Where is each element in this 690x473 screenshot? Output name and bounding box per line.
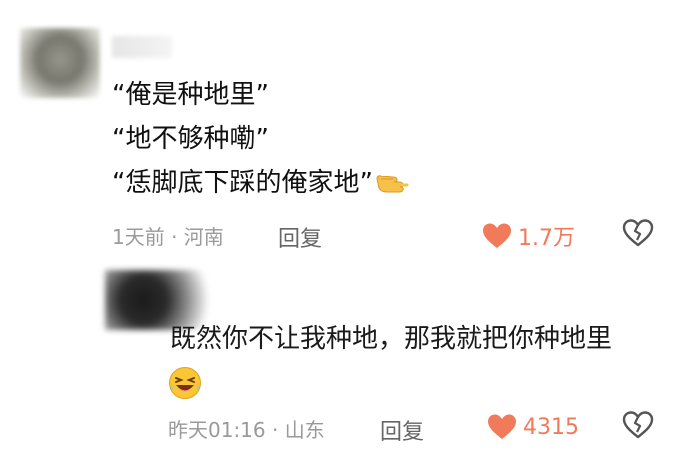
like-button[interactable]: 4315 (487, 413, 579, 441)
like-count: 1.7万 (518, 226, 575, 251)
dislike-button[interactable] (622, 218, 654, 252)
comment-meta: 1天前 · 河南 (112, 225, 224, 249)
laughing-face-emoji (168, 366, 202, 404)
like-button[interactable]: 1.7万 (482, 220, 575, 252)
like-count: 4315 (523, 414, 579, 440)
broken-heart-icon (622, 219, 654, 247)
broken-heart-icon (622, 411, 654, 439)
reply-button[interactable]: 回复 (278, 221, 322, 253)
heart-icon (483, 223, 511, 248)
comment-meta: 昨天01:16 · 山东 (168, 418, 325, 442)
user-avatar[interactable] (20, 28, 100, 98)
comment-text-line: “俺是种地里” (112, 80, 269, 110)
pointing-hand-emoji (376, 175, 409, 193)
comment-text: “恁脚底下踩的俺家地” (112, 168, 373, 198)
comment-text-line: “恁脚底下踩的俺家地” (112, 166, 409, 200)
user-avatar[interactable] (105, 270, 215, 330)
comment-text-line: 既然你不让我种地，那我就把你种地里 (170, 324, 613, 354)
heart-icon (488, 414, 516, 439)
reply-button[interactable]: 回复 (380, 414, 424, 446)
comment-text-line: “地不够种嘞” (112, 124, 269, 154)
username-blurred[interactable] (112, 36, 172, 58)
dislike-button[interactable] (622, 410, 654, 444)
